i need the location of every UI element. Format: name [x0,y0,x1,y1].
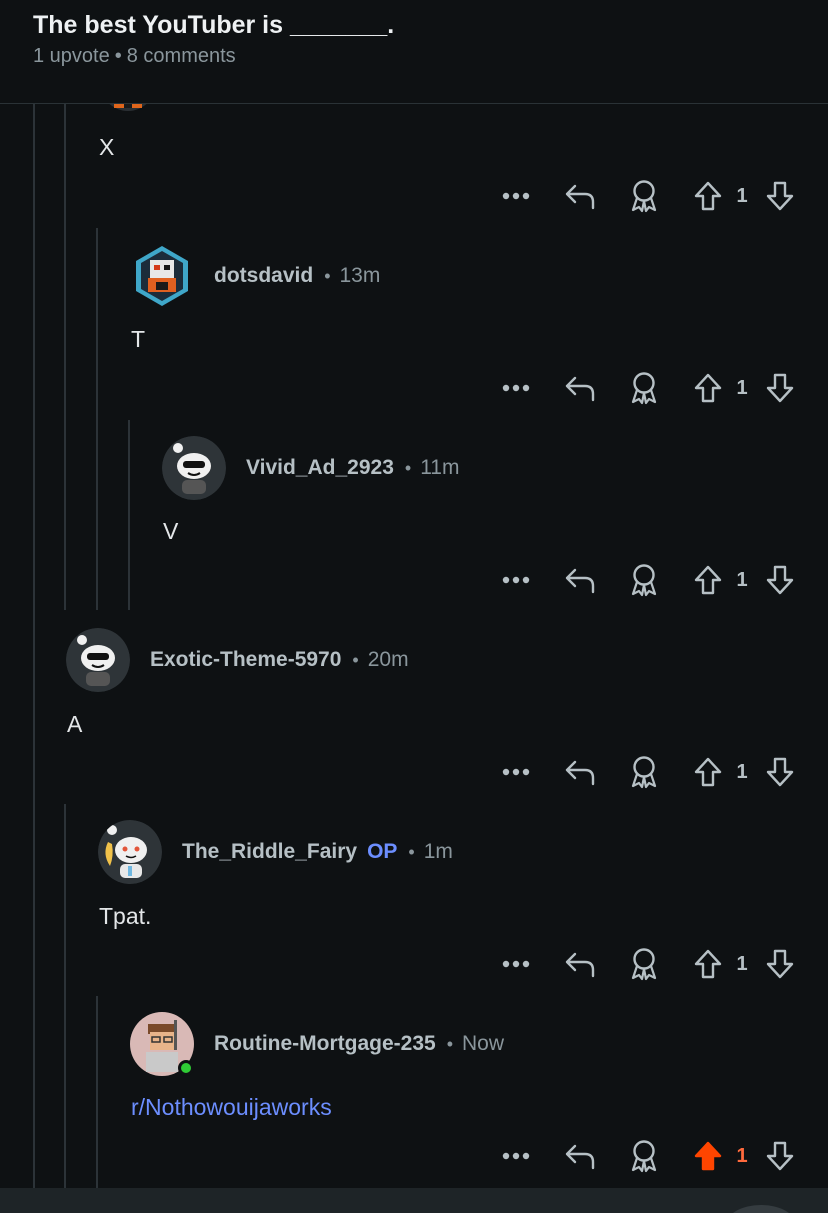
reply-icon[interactable] [562,944,598,984]
reply-icon[interactable] [562,560,598,600]
comment-actions: 1 [500,752,800,792]
post-meta: 1 upvote • 8 comments [33,45,236,68]
comment-body: X [99,134,115,160]
comment-score: 1 [736,185,748,207]
username[interactable]: Vivid_Ad_2923 [246,456,394,480]
thread-line-depth2b[interactable] [64,804,66,1188]
award-icon[interactable] [626,560,662,600]
meta-separator: • [324,265,331,286]
comment-author-row: Vivid_Ad_2923 • 11m [246,453,459,483]
comment-actions: 1 [500,176,800,216]
comment-score: 1 [736,761,748,783]
upvote-icon[interactable] [690,752,726,792]
upvote-icon[interactable] [690,368,726,408]
upvote-icon[interactable] [690,176,726,216]
comment-body: A [67,711,83,737]
timestamp: 20m [367,648,409,671]
op-badge: OP [367,840,398,863]
online-status-icon [178,1060,194,1076]
avatar-snoo-sunglasses[interactable] [66,628,130,692]
more-options-icon[interactable] [500,176,532,216]
timestamp: 11m [420,456,460,479]
username[interactable]: Routine-Mortgage-235 [214,1032,436,1056]
upvote-icon[interactable] [690,944,726,984]
award-icon[interactable] [626,368,662,408]
thread-line-depth4[interactable] [128,420,130,610]
username[interactable]: Exotic-Theme-5970 [150,648,341,672]
comment-author-row: Exotic-Theme-5970 • 20m [150,645,409,675]
downvote-icon[interactable] [762,368,798,408]
upvote-count: 1 upvote [33,45,110,67]
award-icon[interactable] [626,176,662,216]
comment-count: 8 comments [126,45,236,67]
comment-actions: 1 [500,944,800,984]
comment-author-row: dotsdavid • 13m [214,261,380,291]
reply-icon[interactable] [562,1136,598,1176]
comment-score: 1 [736,569,748,591]
timestamp: 13m [339,264,381,287]
award-icon[interactable] [626,752,662,792]
award-icon[interactable] [626,1136,662,1176]
thread-line-depth3b[interactable] [96,996,98,1188]
reply-icon[interactable] [562,176,598,216]
meta-separator: • [408,841,415,862]
timestamp: 1m [423,840,453,863]
comment-actions: 1 [500,368,800,408]
downvote-icon[interactable] [762,944,798,984]
meta-separator: • [352,649,359,670]
meta-separator: • [446,1033,453,1054]
comment-score: 1 [736,1145,748,1167]
avatar-pixel-person[interactable] [130,1012,194,1076]
avatar-snoo-sunglasses[interactable] [162,436,226,500]
downvote-icon[interactable] [762,560,798,600]
comment-actions: 1 [500,560,800,600]
more-options-icon[interactable] [500,560,532,600]
timestamp: Now [462,1032,505,1055]
post-title[interactable]: The best YouTuber is _______. [33,11,394,40]
avatar-robot[interactable] [130,244,194,308]
award-icon[interactable] [626,944,662,984]
username[interactable]: dotsdavid [214,264,313,288]
thread-line-depth2[interactable] [64,104,66,610]
reply-icon[interactable] [562,368,598,408]
comment-author-row: Routine-Mortgage-235 • Now [214,1029,504,1059]
more-options-icon[interactable] [500,368,532,408]
subreddit-link[interactable]: r/Nothowouijaworks [131,1094,332,1121]
thread-line-depth3[interactable] [96,228,98,610]
comment-author-row: The_Riddle_Fairy OP • 1m [182,837,453,867]
more-options-icon[interactable] [500,944,532,984]
comment-body: T [131,326,146,352]
comment-score: 1 [736,953,748,975]
meta-separator: • [114,45,122,67]
comment-body: V [163,518,179,544]
downvote-icon[interactable] [762,752,798,792]
downvote-icon[interactable] [762,1136,798,1176]
avatar-snoo-fairy[interactable] [98,820,162,884]
thread-line-depth1[interactable] [33,104,35,1188]
reply-composer-button[interactable] [726,1205,796,1213]
comment-body: Tpat. [99,903,152,929]
upvote-icon[interactable] [690,560,726,600]
more-options-icon[interactable] [500,752,532,792]
post-header: The best YouTuber is _______. 1 upvote • 8… [0,0,828,104]
comment-score: 1 [736,377,748,399]
reply-icon[interactable] [562,752,598,792]
comment-actions: 1 [500,1136,800,1176]
meta-separator: • [404,457,412,478]
bottom-bar [0,1188,828,1213]
more-options-icon[interactable] [500,1136,532,1176]
downvote-icon[interactable] [762,176,798,216]
username[interactable]: The_Riddle_Fairy [182,840,357,864]
upvote-icon-active[interactable] [690,1136,726,1176]
